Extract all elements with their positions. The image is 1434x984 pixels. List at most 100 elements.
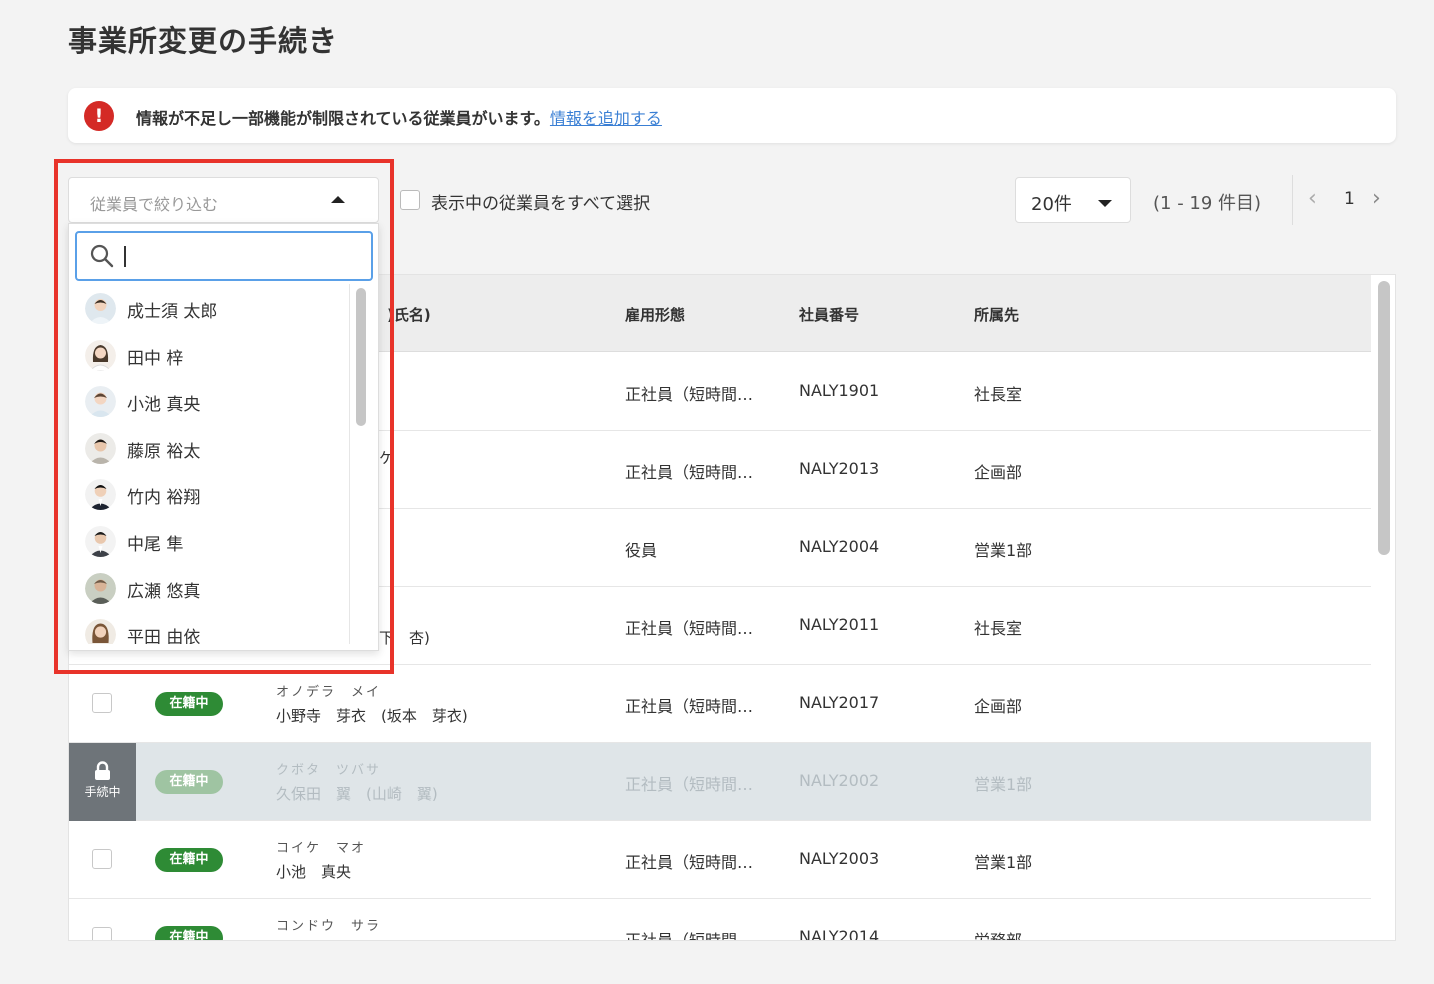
current-page[interactable]: 1 xyxy=(1344,189,1355,209)
chevron-left-icon[interactable]: ‹ xyxy=(1308,186,1317,211)
name-kana: クボタ ツバサ xyxy=(276,763,382,778)
status-badge: 在籍中 xyxy=(155,926,223,940)
employee-option-list: 成士須 太郎 田中 梓 小池 真央 藤原 裕太 竹内 裕翔 中尾 隼 広瀬 悠真 xyxy=(75,286,355,644)
page-title: 事業所変更の手続き xyxy=(68,24,339,58)
avatar xyxy=(85,339,116,371)
employee-option[interactable]: 中尾 隼 xyxy=(75,519,355,566)
employee-option-name: 成士須 太郎 xyxy=(127,302,218,322)
table-row-locked: 手続中 在籍中 クボタ ツバサ 久保田 翼 (山崎 翼) 正社員（短時間… NA… xyxy=(69,743,1371,821)
employee-option[interactable]: 藤原 裕太 xyxy=(75,426,355,473)
add-info-link[interactable]: 情報を追加する xyxy=(550,109,662,128)
employee-option-name: 広瀬 悠真 xyxy=(127,581,201,602)
employee-option-name: 小池 真央 xyxy=(127,395,201,416)
per-page-value: 20件 xyxy=(1031,194,1072,215)
avatar xyxy=(85,479,116,511)
table-row[interactable]: 在籍中 コンドウ サラ 正社員（短時間… NALY2014 労務部 xyxy=(69,899,1371,941)
select-all-checkbox[interactable] xyxy=(400,190,420,210)
employee-option-name: 平田 由依 xyxy=(127,628,201,644)
employee-option[interactable]: 田中 梓 xyxy=(75,333,355,380)
caret-up-icon xyxy=(331,196,345,203)
employee-no: NALY1901 xyxy=(799,381,880,400)
employee-option-name: 田中 梓 xyxy=(127,348,184,369)
employee-no: NALY2014 xyxy=(799,927,880,941)
status-badge: 在籍中 xyxy=(155,770,223,794)
department: 社長室 xyxy=(974,619,1023,638)
employment-type: 正社員（短時間… xyxy=(625,619,754,638)
employee-name[interactable]: 小池 真央 xyxy=(276,861,351,882)
employee-option[interactable]: 成士須 太郎 xyxy=(75,286,355,333)
employee-option[interactable]: 平田 由依 xyxy=(75,612,355,644)
page-range: (1 - 19 件目) xyxy=(1153,193,1262,214)
name-kana: オノデラ メイ xyxy=(276,685,382,700)
in-procedure-marker: 手続中 xyxy=(69,743,136,821)
employee-option[interactable]: 小池 真央 xyxy=(75,379,355,426)
employee-option[interactable]: 竹内 裕翔 xyxy=(75,472,355,519)
lock-icon xyxy=(95,761,110,780)
avatar xyxy=(85,432,116,464)
employment-type: 役員 xyxy=(625,541,658,560)
employment-type: 正社員（短時間… xyxy=(625,463,754,482)
employment-type: 正社員（短時間… xyxy=(625,931,754,941)
lock-label: 手続中 xyxy=(84,785,121,799)
select-all-label[interactable]: 表示中の従業員をすべて選択 xyxy=(431,189,650,214)
avatar xyxy=(85,386,116,418)
employee-search-input[interactable] xyxy=(75,231,373,281)
exclamation-icon: ! xyxy=(84,101,114,131)
employment-type: 正社員（短時間… xyxy=(625,385,754,404)
status-badge: 在籍中 xyxy=(155,692,223,716)
employment-type: 正社員（短時間… xyxy=(625,853,754,872)
employee-option-name: 竹内 裕翔 xyxy=(127,488,201,509)
row-checkbox[interactable] xyxy=(92,849,112,869)
department: 企画部 xyxy=(974,463,1023,482)
avatar xyxy=(85,572,116,604)
department: 営業1部 xyxy=(974,775,1033,794)
employee-no: NALY2004 xyxy=(799,537,880,556)
header-employment-type[interactable]: 雇用形態 xyxy=(625,304,685,325)
employee-filter-select[interactable]: 従業員で絞り込む xyxy=(68,177,379,223)
employee-no: NALY2002 xyxy=(799,771,880,790)
status-badge: 在籍中 xyxy=(155,848,223,872)
employee-option[interactable]: 広瀬 悠真 xyxy=(75,566,355,613)
name-kana: コイケ マオ xyxy=(276,841,367,856)
employee-no: NALY2013 xyxy=(799,459,880,478)
department: 営業1部 xyxy=(974,541,1033,560)
info-alert: ! 情報が不足し一部機能が制限されている従業員がいます。情報を追加する xyxy=(68,88,1396,143)
name-partial: 下 杏) xyxy=(379,629,430,647)
employee-option-name: 藤原 裕太 xyxy=(127,441,201,462)
avatar xyxy=(85,293,116,324)
dropdown-scroll-thumb[interactable] xyxy=(356,288,366,426)
caret-down-icon xyxy=(1098,200,1112,207)
employment-type: 正社員（短時間… xyxy=(625,775,754,794)
employee-name[interactable]: 小野寺 芽衣 (坂本 芽衣) xyxy=(276,705,468,726)
department: 社長室 xyxy=(974,385,1023,404)
employee-no: NALY2003 xyxy=(799,849,880,868)
employee-no: NALY2017 xyxy=(799,693,880,712)
avatar xyxy=(85,619,116,644)
text-cursor xyxy=(124,246,126,267)
name-partial: ケ xyxy=(379,449,395,467)
search-icon xyxy=(90,244,114,268)
employment-type: 正社員（短時間… xyxy=(625,697,754,716)
name-kana: コンドウ サラ xyxy=(276,919,382,934)
department: 営業1部 xyxy=(974,853,1033,872)
table-row[interactable]: 在籍中 コイケ マオ 小池 真央 正社員（短時間… NALY2003 営業1部 xyxy=(69,821,1371,899)
chevron-right-icon[interactable]: › xyxy=(1372,186,1381,211)
header-name[interactable]: )氏名) xyxy=(387,304,431,325)
alert-message-text: 情報が不足し一部機能が制限されている従業員がいます。 xyxy=(136,109,550,128)
pager-divider xyxy=(1292,175,1293,225)
employee-no: NALY2011 xyxy=(799,615,880,634)
per-page-select[interactable]: 20件 xyxy=(1015,177,1131,223)
row-checkbox[interactable] xyxy=(92,693,112,713)
header-department[interactable]: 所属先 xyxy=(974,304,1019,325)
filter-placeholder: 従業員で絞り込む xyxy=(90,195,219,214)
alert-message: 情報が不足し一部機能が制限されている従業員がいます。情報を追加する xyxy=(136,105,662,129)
table-scroll-thumb[interactable] xyxy=(1378,281,1390,555)
employee-option-name: 中尾 隼 xyxy=(127,535,184,555)
header-employee-no[interactable]: 社員番号 xyxy=(799,304,859,325)
avatar xyxy=(85,526,116,557)
employee-filter-dropdown: 成士須 太郎 田中 梓 小池 真央 藤原 裕太 竹内 裕翔 中尾 隼 広瀬 悠真 xyxy=(68,223,379,651)
employee-name: 久保田 翼 (山崎 翼) xyxy=(276,785,438,803)
table-row[interactable]: 在籍中 オノデラ メイ 小野寺 芽衣 (坂本 芽衣) 正社員（短時間… NALY… xyxy=(69,665,1371,743)
row-checkbox[interactable] xyxy=(92,927,112,940)
department: 企画部 xyxy=(974,697,1023,716)
